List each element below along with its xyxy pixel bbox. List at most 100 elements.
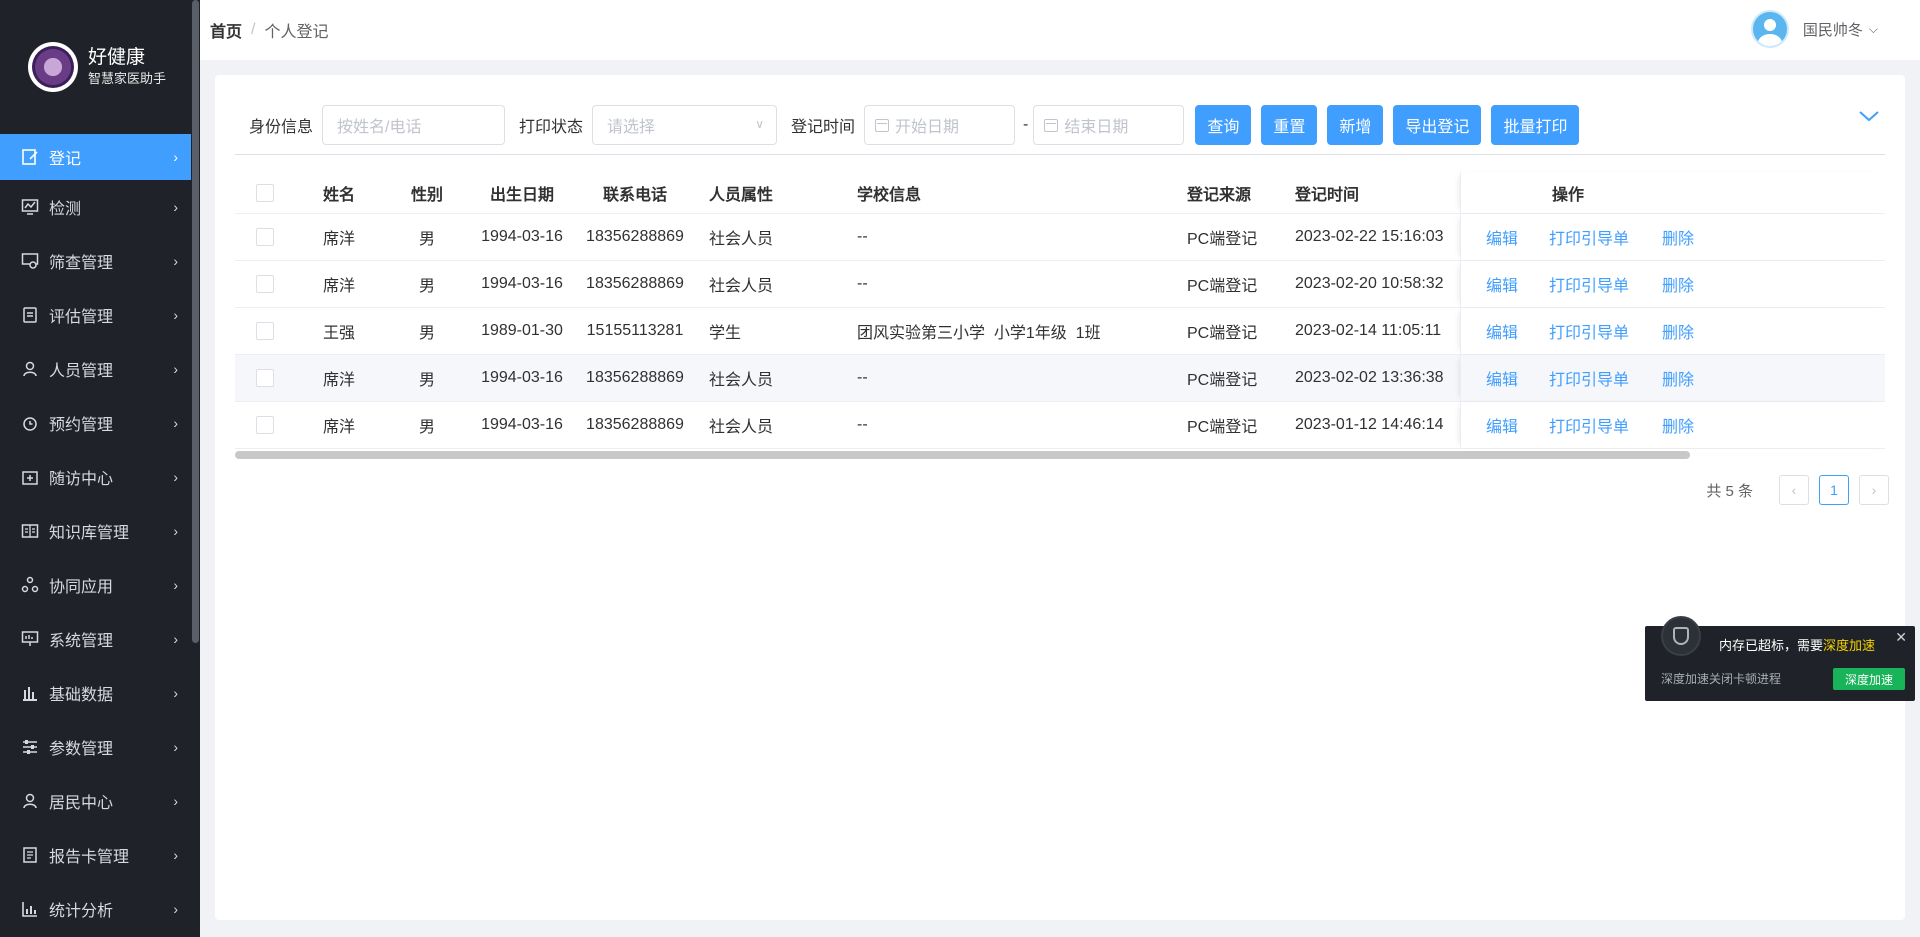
page-number-button[interactable]: 1: [1819, 475, 1849, 505]
chevron-right-icon: ›: [173, 901, 178, 917]
table-header: 姓名 性别 出生日期 联系电话 人员属性 学校信息 登记来源 登记时间 操作: [235, 172, 1885, 214]
sidebar-item-params[interactable]: 参数管理 ›: [0, 720, 200, 774]
cell-sex: 男: [418, 419, 435, 436]
table-row[interactable]: 王强 男 1989-01-30 15155113281 学生 团风实验第三小学 …: [235, 308, 1885, 355]
date-range-separator: -: [1023, 116, 1029, 133]
edit-link[interactable]: 编辑: [1486, 272, 1518, 296]
sidebar-scrollbar-thumb[interactable]: [192, 0, 199, 643]
print-guide-link[interactable]: 打印引导单: [1549, 413, 1629, 437]
cell-sex: 男: [418, 278, 435, 295]
edit-link[interactable]: 编辑: [1486, 366, 1518, 390]
cell-name: 王强: [322, 325, 355, 342]
chevron-right-icon: ›: [173, 199, 178, 215]
scrollbar-thumb[interactable]: [235, 451, 1690, 459]
sidebar-item-collab[interactable]: 协同应用 ›: [0, 558, 200, 612]
table-row[interactable]: 席洋 男 1994-03-16 18356288869 社会人员 -- PC端登…: [235, 261, 1885, 308]
chevron-down-icon[interactable]: ⌵: [1869, 22, 1878, 37]
sidebar-item-residents[interactable]: 居民中心 ›: [0, 774, 200, 828]
start-date-input[interactable]: 开始日期: [864, 105, 1016, 145]
user-name[interactable]: 国民帅冬: [1803, 19, 1863, 40]
col-source: 登记来源: [1187, 186, 1252, 204]
sidebar-item-register[interactable]: 登记 ›: [0, 134, 200, 180]
add-button[interactable]: 新增: [1327, 105, 1384, 145]
chevron-right-icon: ›: [173, 307, 178, 323]
cell-source: PC端登记: [1187, 419, 1258, 436]
close-icon[interactable]: ✕: [1895, 629, 1907, 646]
sidebar-scrollbar[interactable]: [191, 0, 200, 937]
print-guide-link[interactable]: 打印引导单: [1549, 366, 1629, 390]
cell-phone: 18356288869: [586, 275, 684, 292]
cell-phone: 18356288869: [586, 228, 684, 245]
row-checkbox[interactable]: [256, 369, 274, 387]
print-guide-link[interactable]: 打印引导单: [1549, 272, 1629, 296]
identity-search-input[interactable]: 按姓名/电话: [322, 105, 506, 145]
sidebar-item-detect[interactable]: 检测 ›: [0, 180, 200, 234]
cell-ops: 编辑 打印引导单 删除: [1460, 402, 1885, 448]
cell-ops: 编辑 打印引导单 删除: [1460, 308, 1885, 354]
print-guide-link[interactable]: 打印引导单: [1549, 319, 1629, 343]
sidebar-item-label: 知识库管理: [49, 525, 130, 542]
cell-name: 席洋: [322, 419, 355, 436]
prev-page-button[interactable]: ‹: [1779, 475, 1809, 505]
sidebar-item-followup[interactable]: 随访中心 ›: [0, 450, 200, 504]
sidebar-item-statistics[interactable]: 统计分析 ›: [0, 882, 200, 936]
avatar[interactable]: [1750, 10, 1789, 48]
toast-subtext: 深度加速关闭卡顿进程: [1661, 672, 1782, 686]
calendar-icon: [1044, 118, 1059, 132]
table-row[interactable]: 席洋 男 1994-03-16 18356288869 社会人员 -- PC端登…: [235, 402, 1885, 449]
sidebar-item-system[interactable]: 系统管理 ›: [0, 612, 200, 666]
sidebar-item-basic-data[interactable]: 基础数据 ›: [0, 666, 200, 720]
row-checkbox[interactable]: [256, 228, 274, 246]
delete-link[interactable]: 删除: [1662, 225, 1694, 249]
sidebar-item-personnel[interactable]: 人员管理 ›: [0, 342, 200, 396]
cell-ops: 编辑 打印引导单 删除: [1460, 214, 1885, 260]
table-row[interactable]: 席洋 男 1994-03-16 18356288869 社会人员 -- PC端登…: [235, 355, 1885, 402]
batch-print-button[interactable]: 批量打印: [1491, 105, 1580, 145]
chevron-right-icon: ›: [173, 685, 178, 701]
sidebar-item-assessment[interactable]: 评估管理 ›: [0, 288, 200, 342]
delete-link[interactable]: 删除: [1662, 366, 1694, 390]
table-horizontal-scrollbar[interactable]: [235, 449, 1885, 459]
sidebar-item-label: 统计分析: [49, 903, 114, 920]
sidebar-item-appointment[interactable]: 预约管理 ›: [0, 396, 200, 450]
edit-link[interactable]: 编辑: [1486, 413, 1518, 437]
filter-bar: 身份信息 按姓名/电话 打印状态 请选择 ∨ 登记时间 开始日期 - 结束日期 …: [249, 105, 1899, 145]
print-status-select[interactable]: 请选择 ∨: [592, 105, 778, 145]
edit-link[interactable]: 编辑: [1486, 319, 1518, 343]
next-page-button[interactable]: ›: [1859, 475, 1889, 505]
chevron-right-icon: ›: [173, 577, 178, 593]
select-all-checkbox[interactable]: [256, 183, 274, 202]
brand-title: 好健康: [88, 47, 146, 68]
query-button[interactable]: 查询: [1195, 105, 1252, 145]
reset-button[interactable]: 重置: [1261, 105, 1318, 145]
breadcrumb-home[interactable]: 首页: [210, 18, 242, 42]
export-register-button[interactable]: 导出登记: [1393, 105, 1482, 145]
user-menu[interactable]: 国民帅冬 ⌵: [1750, 10, 1878, 48]
sidebar-item-label: 居民中心: [49, 795, 114, 812]
delete-link[interactable]: 删除: [1662, 319, 1694, 343]
deep-accelerate-button[interactable]: 深度加速: [1833, 668, 1905, 690]
sidebar-item-knowledge[interactable]: 知识库管理 ›: [0, 504, 200, 558]
table-row[interactable]: 席洋 男 1994-03-16 18356288869 社会人员 -- PC端登…: [235, 214, 1885, 261]
end-date-input[interactable]: 结束日期: [1033, 105, 1185, 145]
col-attr: 人员属性: [709, 186, 774, 204]
cell-sex: 男: [418, 372, 435, 389]
collapse-toggle-icon[interactable]: [1858, 106, 1880, 129]
sidebar-item-label: 随访中心: [49, 471, 114, 488]
edit-link[interactable]: 编辑: [1486, 225, 1518, 249]
cell-school: --: [857, 369, 868, 386]
brand-subtitle: 智慧家医助手: [88, 71, 167, 86]
delete-link[interactable]: 删除: [1662, 272, 1694, 296]
sidebar-item-screening[interactable]: 筛查管理 ›: [0, 234, 200, 288]
breadcrumb: 首页 / 个人登记: [210, 18, 328, 42]
delete-link[interactable]: 删除: [1662, 413, 1694, 437]
sidebar-item-report-card[interactable]: 报告卡管理 ›: [0, 828, 200, 882]
sidebar-item-label: 基础数据: [49, 687, 114, 704]
toast-highlight-link[interactable]: 深度加速: [1823, 638, 1875, 653]
row-checkbox[interactable]: [256, 275, 274, 293]
print-guide-link[interactable]: 打印引导单: [1549, 225, 1629, 249]
row-checkbox[interactable]: [256, 416, 274, 434]
cell-birth: 1994-03-16: [481, 275, 563, 292]
chevron-right-icon: ›: [173, 149, 178, 165]
row-checkbox[interactable]: [256, 322, 274, 340]
